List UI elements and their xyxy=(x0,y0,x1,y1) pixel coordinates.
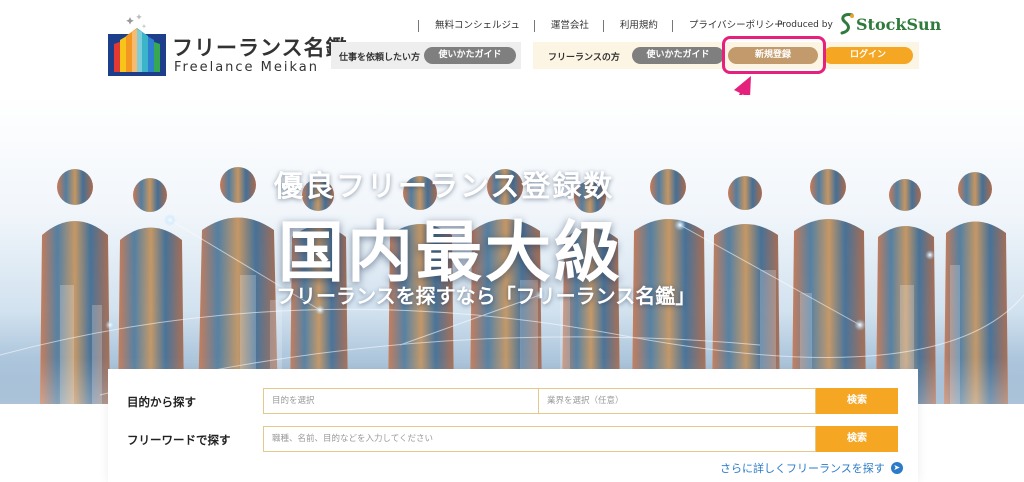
login-button[interactable]: ログイン xyxy=(823,47,913,64)
search-panel: 目的から探す 目的を選択 業界を選択（任意） 検索 フリーワードで探す 職種、名… xyxy=(108,369,918,482)
nav-link-terms[interactable]: 利用規約 xyxy=(602,20,672,32)
purpose-search-button[interactable]: 検索 xyxy=(816,388,898,414)
industry-select[interactable]: 業界を選択（任意） xyxy=(538,388,816,414)
purpose-search-label: 目的から探す xyxy=(127,395,196,409)
freeword-search-button[interactable]: 検索 xyxy=(816,426,898,452)
hero-tagline: フリーランスを探すなら「フリーランス名鑑」 xyxy=(276,284,696,308)
freelancer-group-label: フリーランスの方 xyxy=(548,53,620,63)
client-group-label: 仕事を依頼したい方 xyxy=(339,53,421,63)
nav-link-concierge[interactable]: 無料コンシェルジュ xyxy=(418,20,534,32)
stocksun-logo[interactable]: StockSun xyxy=(838,11,941,37)
hero-banner: 優良フリーランス登録数 国内最大級 フリーランスを探すなら「フリーランス名鑑」 xyxy=(0,95,1024,404)
freelancer-guide-button[interactable]: 使いかたガイド xyxy=(632,47,724,64)
arrow-circle-right-icon: ➤ xyxy=(890,462,903,474)
freeword-search-label: フリーワードで探す xyxy=(127,433,231,447)
stocksun-text: StockSun xyxy=(856,14,942,34)
client-guide-button[interactable]: 使いかたガイド xyxy=(424,47,516,64)
advanced-search-link-label: さらに詳しくフリーランスを探す xyxy=(720,462,885,475)
nav-link-company[interactable]: 運営会社 xyxy=(533,20,603,32)
book-logo-icon xyxy=(108,14,166,76)
produced-by-label: Produced by xyxy=(777,20,833,30)
logo-name-jp: フリーランス名鑑 xyxy=(172,36,348,60)
client-nav-group: 仕事を依頼したい方 使いかたガイド xyxy=(331,42,521,69)
advanced-search-link[interactable]: さらに詳しくフリーランスを探す ➤ xyxy=(720,460,903,476)
site-logo[interactable]: フリーランス名鑑 Freelance Meikan xyxy=(108,10,347,76)
purpose-select[interactable]: 目的を選択 xyxy=(263,388,539,414)
top-nav: 無料コンシェルジュ 運営会社 利用規約 プライバシーポリシー xyxy=(418,19,798,33)
register-highlight-box xyxy=(722,36,826,74)
stocksun-mark-icon xyxy=(840,13,854,35)
logo-name-en: Freelance Meikan xyxy=(174,60,320,75)
freeword-input[interactable]: 職種、名前、目的などを入力してください xyxy=(263,426,816,452)
site-header: フリーランス名鑑 Freelance Meikan 無料コンシェルジュ 運営会社… xyxy=(0,0,1024,95)
